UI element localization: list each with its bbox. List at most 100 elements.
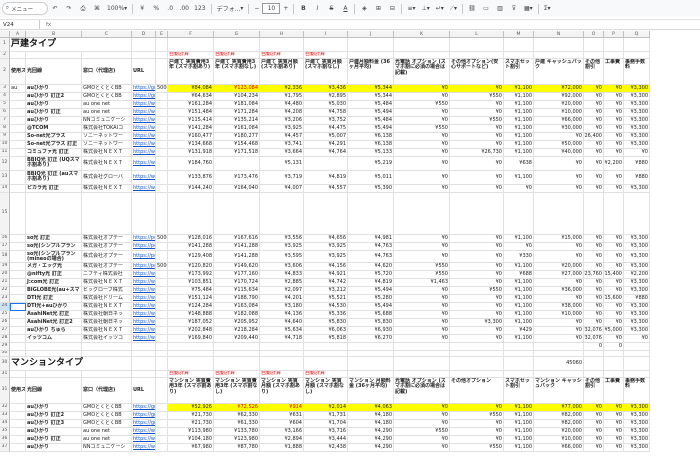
cell[interactable]: ¥184,760: [168, 157, 214, 171]
cell[interactable]: [504, 343, 534, 351]
cell[interactable]: [156, 109, 168, 117]
cell[interactable]: [214, 193, 260, 235]
cell[interactable]: ¥4,156: [304, 263, 348, 271]
cell[interactable]: ¥3,212: [304, 287, 348, 295]
cell[interactable]: ¥0: [534, 185, 584, 193]
cell[interactable]: ¥1,100: [504, 287, 534, 295]
cell[interactable]: 株式会社オプテー: [82, 243, 132, 251]
column-header-cell[interactable]: 戸建て 実質費用3年 (スマホ割あり): [168, 59, 214, 85]
cell[interactable]: ¥0: [584, 311, 604, 319]
cell[interactable]: ¥171,284: [214, 109, 260, 117]
cell[interactable]: ¥3,300: [624, 311, 650, 319]
row-number[interactable]: 31: [0, 371, 10, 378]
cell[interactable]: GMOとくとくBB: [82, 85, 132, 93]
cell[interactable]: [156, 295, 168, 303]
cell[interactable]: ¥0: [584, 412, 604, 420]
url-link[interactable]: https://ww: [132, 279, 156, 287]
cell[interactable]: [156, 185, 168, 193]
cell[interactable]: ¥4,557: [304, 185, 348, 193]
cell[interactable]: ¥1,100: [504, 279, 534, 287]
cell[interactable]: ¥0: [584, 185, 604, 193]
cell[interactable]: ¥0: [584, 171, 604, 185]
cell[interactable]: ¥0: [394, 335, 450, 343]
cell[interactable]: ¥0: [604, 141, 624, 149]
url-link[interactable]: https://ww: [132, 327, 156, 335]
cell[interactable]: ¥0: [394, 251, 450, 263]
cell[interactable]: ¥0: [584, 117, 604, 125]
provider-name-cell[interactable]: So-net光プラス 訂正: [26, 141, 82, 149]
row-number[interactable]: 22: [0, 287, 10, 295]
column-header-c[interactable]: C: [82, 31, 132, 38]
cell[interactable]: ¥1,100: [504, 444, 534, 452]
cell[interactable]: ¥0: [584, 93, 604, 101]
column-header-cell[interactable]: その他オプション: [450, 378, 504, 404]
cell[interactable]: [156, 101, 168, 109]
cell[interactable]: ¥3,300: [624, 287, 650, 295]
auto-calc-label[interactable]: 自動計算: [214, 371, 260, 378]
cell[interactable]: [304, 38, 348, 52]
cell[interactable]: [534, 38, 584, 52]
cell[interactable]: ¥3,300: [624, 251, 650, 263]
cell[interactable]: ¥15,000: [534, 235, 584, 243]
format-123-button[interactable]: 123: [191, 2, 208, 15]
font-size-increase-button[interactable]: +: [280, 2, 291, 15]
url-link[interactable]: https://gm: [132, 412, 156, 420]
cell[interactable]: ¥0: [450, 85, 504, 93]
cell[interactable]: ¥10,000: [534, 311, 584, 319]
cell[interactable]: ¥23,760: [584, 271, 604, 279]
cell[interactable]: [10, 185, 26, 193]
cell[interactable]: ¥1,100: [504, 149, 534, 157]
cell[interactable]: 株式会社イッツコ: [82, 335, 132, 343]
cell[interactable]: ¥4,718: [260, 335, 304, 343]
cell[interactable]: [534, 193, 584, 235]
cell[interactable]: [156, 117, 168, 125]
row-number[interactable]: 17: [0, 243, 10, 251]
cell[interactable]: ¥3,300: [624, 420, 650, 428]
cell[interactable]: ¥0: [604, 235, 624, 243]
cell[interactable]: ¥1,888: [260, 444, 304, 452]
row-number[interactable]: 6: [0, 109, 10, 117]
cell[interactable]: ¥0: [624, 149, 650, 157]
cell[interactable]: ¥173,476: [214, 171, 260, 185]
cell[interactable]: ¥205,952: [214, 319, 260, 327]
fill-color-icon[interactable]: ◈: [357, 2, 371, 15]
cell[interactable]: ¥0: [394, 133, 450, 141]
cell[interactable]: ¥0: [604, 319, 624, 327]
cell[interactable]: ¥3,300: [624, 412, 650, 420]
cell[interactable]: ¥0: [604, 133, 624, 141]
cell[interactable]: ¥4,981: [348, 235, 394, 243]
auto-calc-label[interactable]: 自動計算: [168, 52, 214, 59]
cell[interactable]: ¥1,100: [504, 404, 534, 412]
cell[interactable]: ¥0: [584, 279, 604, 287]
url-link[interactable]: https://ww: [132, 444, 156, 452]
row-number[interactable]: 13: [0, 171, 10, 185]
row-number[interactable]: 33: [0, 412, 10, 420]
cell[interactable]: ¥5,484: [348, 117, 394, 125]
cell[interactable]: ¥880: [624, 171, 650, 185]
cell[interactable]: ¥1,100: [504, 141, 534, 149]
cell[interactable]: ¥3,180: [260, 303, 304, 311]
cell[interactable]: ¥3,300: [624, 263, 650, 271]
cell[interactable]: ¥0: [604, 263, 624, 271]
cell[interactable]: ¥2,097: [260, 287, 304, 295]
cell[interactable]: ¥141,284: [168, 125, 214, 133]
cell[interactable]: ¥151,124: [168, 295, 214, 303]
cell[interactable]: [132, 343, 156, 351]
cell[interactable]: [450, 357, 504, 371]
cell[interactable]: ¥36,000: [534, 287, 584, 295]
cell[interactable]: 0: [584, 343, 604, 351]
cell[interactable]: 株式会社ＮＥＸＴ: [82, 149, 132, 157]
cell[interactable]: 5000: [156, 85, 168, 93]
cell[interactable]: ¥1,100: [504, 133, 534, 141]
cell[interactable]: [10, 243, 26, 251]
cell[interactable]: ¥104,180: [168, 436, 214, 444]
url-link[interactable]: https://ww: [132, 133, 156, 141]
row-number[interactable]: 36: [0, 436, 10, 444]
provider-name-cell[interactable]: so光(シンプルプラン: [26, 243, 82, 251]
cell[interactable]: ¥10,000: [534, 109, 584, 117]
cell[interactable]: [82, 371, 132, 378]
cell[interactable]: [10, 444, 26, 452]
column-header-cell[interactable]: 使用ス: [10, 378, 26, 404]
row-number[interactable]: 8: [0, 125, 10, 133]
cell[interactable]: ¥3,664: [260, 149, 304, 157]
